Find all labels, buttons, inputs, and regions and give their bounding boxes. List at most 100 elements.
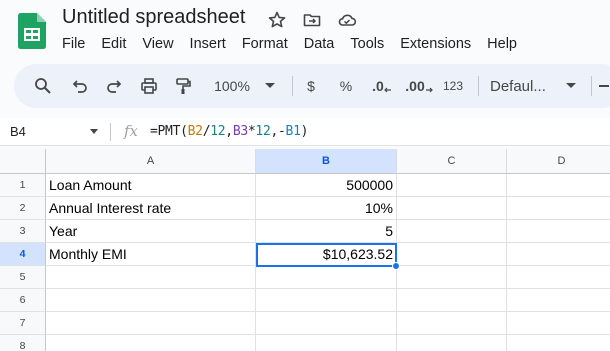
undo-icon[interactable]	[69, 75, 91, 97]
cell-a8[interactable]	[46, 335, 256, 351]
select-all-corner[interactable]	[0, 149, 46, 174]
cell-a2[interactable]: Annual Interest rate	[46, 197, 256, 220]
menu-view[interactable]: View	[134, 35, 181, 53]
spreadsheet-app: Untitled spreadsheet File Edit View Inse…	[0, 0, 610, 351]
formula-text: ,-	[270, 124, 286, 139]
column-header-a[interactable]: A	[46, 149, 256, 174]
formula-number: 12	[255, 124, 271, 139]
decrease-font-size-icon[interactable]	[599, 75, 609, 97]
cell-d4[interactable]	[507, 243, 610, 266]
formula-text: )	[300, 124, 309, 139]
star-icon[interactable]	[267, 10, 287, 30]
formula-ref: B3	[232, 124, 248, 139]
cell-a7[interactable]	[46, 312, 256, 335]
sheets-logo[interactable]	[18, 13, 46, 49]
formula-text: =PMT(	[150, 124, 188, 139]
cell-c6[interactable]	[397, 289, 507, 312]
increase-decimal-label: .00	[405, 78, 425, 94]
menu-bar: File Edit View Insert Format Data Tools …	[54, 35, 525, 53]
active-cell-outline	[256, 243, 397, 267]
menu-help[interactable]: Help	[479, 35, 525, 53]
toolbar-divider	[478, 76, 479, 96]
formula-bar-divider	[110, 123, 111, 141]
cell-d5[interactable]	[507, 266, 610, 289]
chevron-down-icon[interactable]	[565, 75, 577, 97]
more-formats-button[interactable]: 123	[441, 75, 465, 97]
row-header-2[interactable]: 2	[0, 197, 46, 220]
formula-ref: B1	[285, 124, 301, 139]
decrease-decimal-button[interactable]: .0	[370, 75, 394, 97]
row-header-1[interactable]: 1	[0, 174, 46, 197]
formula-input[interactable]: =PMT(B2/12,B3*12,-B1)	[150, 124, 308, 139]
search-menus-icon[interactable]	[32, 75, 54, 97]
cell-a3[interactable]: Year	[46, 220, 256, 243]
decrease-decimal-label: .0	[372, 78, 384, 94]
column-header-d[interactable]: D	[507, 149, 610, 174]
redo-icon[interactable]	[103, 75, 125, 97]
move-folder-icon[interactable]	[302, 10, 322, 30]
cell-c5[interactable]	[397, 266, 507, 289]
column-header-c[interactable]: C	[397, 149, 507, 174]
formula-bar: B4 fx =PMT(B2/12,B3*12,-B1)	[0, 118, 610, 146]
cloud-saved-icon[interactable]	[337, 10, 357, 30]
cell-b6[interactable]	[256, 289, 397, 312]
formula-text: ,	[225, 124, 233, 139]
menu-format[interactable]: Format	[234, 35, 296, 53]
function-icon: fx	[124, 122, 139, 140]
cell-b2[interactable]: 10%	[256, 197, 397, 220]
row-header-5[interactable]: 5	[0, 266, 46, 289]
arrow-left-icon	[383, 87, 391, 93]
row-header-3[interactable]: 3	[0, 220, 46, 243]
cell-c8[interactable]	[397, 335, 507, 351]
row-header-4[interactable]: 4	[0, 243, 46, 266]
row-header-7[interactable]: 7	[0, 312, 46, 335]
cell-d7[interactable]	[507, 312, 610, 335]
arrow-right-icon	[425, 87, 433, 93]
cell-c7[interactable]	[397, 312, 507, 335]
menu-tools[interactable]: Tools	[342, 35, 392, 53]
cell-b8[interactable]	[256, 335, 397, 351]
row-header-8[interactable]: 8	[0, 335, 46, 351]
cell-c2[interactable]	[397, 197, 507, 220]
cell-b1[interactable]: 500000	[256, 174, 397, 197]
paint-format-icon[interactable]	[172, 75, 194, 97]
cell-b3[interactable]: 5	[256, 220, 397, 243]
formula-ref: B2	[187, 124, 203, 139]
cell-c1[interactable]	[397, 174, 507, 197]
cell-d8[interactable]	[507, 335, 610, 351]
cell-d3[interactable]	[507, 220, 610, 243]
font-select[interactable]: Defaul...	[490, 75, 560, 97]
cell-b7[interactable]	[256, 312, 397, 335]
currency-format-button[interactable]: $	[304, 75, 318, 97]
print-icon[interactable]	[138, 75, 160, 97]
cell-a6[interactable]	[46, 289, 256, 312]
cell-a5[interactable]	[46, 266, 256, 289]
zoom-select[interactable]: 100%	[211, 75, 253, 97]
formula-number: 12	[210, 124, 226, 139]
menu-file[interactable]: File	[54, 35, 93, 53]
increase-decimal-button[interactable]: .00	[405, 75, 433, 97]
cell-b5[interactable]	[256, 266, 397, 289]
cell-d2[interactable]	[507, 197, 610, 220]
column-header-b[interactable]: B	[256, 149, 397, 174]
fill-handle[interactable]	[392, 262, 400, 270]
percent-format-button[interactable]: %	[337, 75, 355, 97]
chevron-down-icon[interactable]	[264, 75, 276, 97]
menu-edit[interactable]: Edit	[93, 35, 134, 53]
cell-d1[interactable]	[507, 174, 610, 197]
name-box[interactable]: B4	[10, 124, 26, 139]
cell-a4[interactable]: Monthly EMI	[46, 243, 256, 266]
menu-extensions[interactable]: Extensions	[392, 35, 479, 53]
document-title[interactable]: Untitled spreadsheet	[62, 6, 245, 29]
menu-data[interactable]: Data	[296, 35, 343, 53]
cell-c3[interactable]	[397, 220, 507, 243]
menu-insert[interactable]: Insert	[182, 35, 234, 53]
sheet-grid: A B C D 1 2 3 4 5 6 7 8 Loan Amount 5000…	[0, 149, 610, 351]
cell-d6[interactable]	[507, 289, 610, 312]
chevron-down-icon[interactable]	[90, 129, 98, 134]
cell-c4[interactable]	[397, 243, 507, 266]
cell-a1[interactable]: Loan Amount	[46, 174, 256, 197]
toolbar-divider	[591, 76, 592, 96]
row-header-6[interactable]: 6	[0, 289, 46, 312]
toolbar-divider	[292, 76, 293, 96]
